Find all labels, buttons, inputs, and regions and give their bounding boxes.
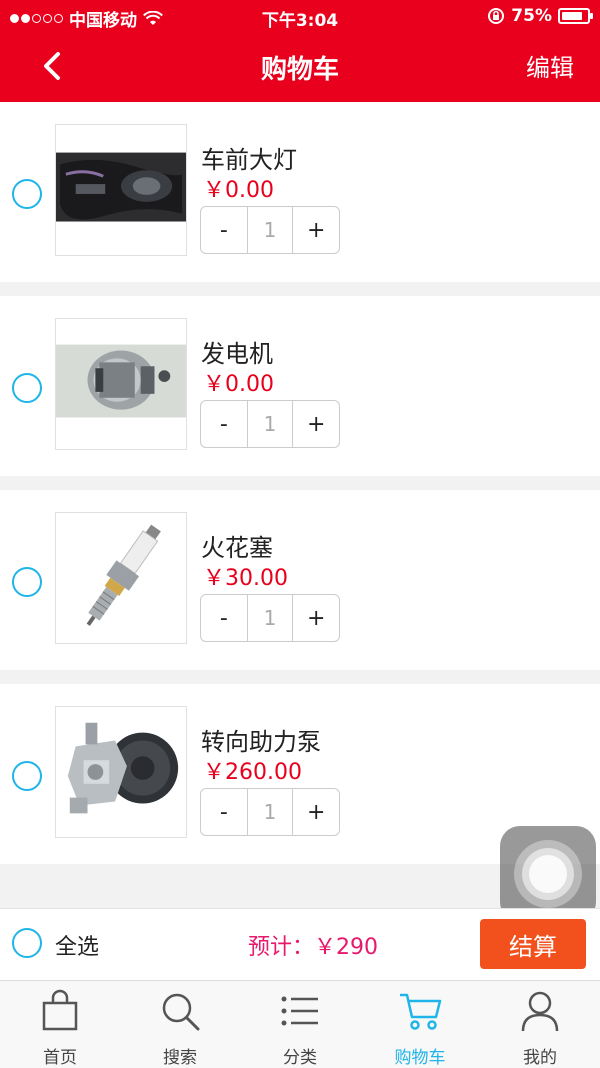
user-icon: [521, 991, 559, 1032]
bag-icon: [42, 989, 78, 1031]
increment-button[interactable]: +: [293, 401, 339, 447]
product-price: ￥30.00: [203, 566, 288, 591]
cart-summary-bar: 全选 预计：￥290 结算: [0, 908, 600, 981]
quantity-value[interactable]: 1: [246, 401, 294, 447]
product-price: ￥260.00: [203, 760, 302, 785]
tab-label: 首页: [43, 1048, 77, 1068]
nav-bar: 购物车 编辑: [0, 34, 600, 102]
battery-icon: [558, 8, 593, 24]
increment-button[interactable]: +: [293, 789, 339, 835]
headlight-image: [56, 125, 186, 255]
select-all-label[interactable]: 全选: [55, 929, 99, 961]
quantity-value[interactable]: 1: [246, 789, 294, 835]
battery-percent: 75%: [511, 6, 552, 26]
status-right: 75%: [487, 6, 593, 26]
product-image-alternator[interactable]: [55, 318, 187, 450]
item-select-radio[interactable]: [12, 179, 42, 209]
product-image-steering-pump[interactable]: [55, 706, 187, 838]
item-select-radio[interactable]: [12, 761, 42, 791]
quantity-stepper: - 1 +: [200, 594, 340, 642]
cart-item: 发电机 ￥0.00 - 1 +: [0, 296, 600, 476]
quantity-stepper: - 1 +: [200, 206, 340, 254]
cart-list: 车前大灯 ￥0.00 - 1 + 发电机 ￥0.00 - 1 + 火花塞 ￥30…: [0, 102, 600, 878]
tab-label: 我的: [523, 1048, 557, 1068]
product-name: 发电机: [201, 340, 273, 368]
product-image-headlight[interactable]: [55, 124, 187, 256]
bottom-tab-bar: 首页 搜索 分类 购物车 我的: [0, 980, 600, 1068]
decrement-button[interactable]: -: [201, 789, 247, 835]
item-select-radio[interactable]: [12, 567, 42, 597]
increment-button[interactable]: +: [293, 595, 339, 641]
product-price: ￥0.00: [203, 372, 274, 397]
steering-pump-image: [56, 707, 186, 837]
product-name: 车前大灯: [201, 146, 297, 174]
cart-item: 火花塞 ￥30.00 - 1 +: [0, 490, 600, 670]
decrement-button[interactable]: -: [201, 401, 247, 447]
search-icon: [162, 993, 200, 1031]
tab-label: 购物车: [394, 1048, 446, 1068]
quantity-stepper: - 1 +: [200, 400, 340, 448]
rotation-lock-icon: [488, 8, 505, 24]
page-title: 购物车: [260, 55, 339, 85]
cart-item: 车前大灯 ￥0.00 - 1 +: [0, 102, 600, 282]
checkout-button[interactable]: 结算: [480, 919, 586, 969]
tab-category[interactable]: 分类: [240, 981, 360, 1068]
product-name: 转向助力泵: [201, 728, 321, 756]
tab-search[interactable]: 搜索: [120, 981, 240, 1068]
product-image-spark-plug[interactable]: [55, 512, 187, 644]
increment-button[interactable]: +: [293, 207, 339, 253]
alternator-image: [56, 319, 186, 449]
list-icon: [281, 996, 318, 1026]
quantity-value[interactable]: 1: [246, 595, 294, 641]
tab-label: 分类: [283, 1048, 317, 1068]
product-price: ￥0.00: [203, 178, 274, 203]
spark-plug-image: [56, 513, 186, 643]
decrement-button[interactable]: -: [201, 207, 247, 253]
quantity-stepper: - 1 +: [200, 788, 340, 836]
quantity-value[interactable]: 1: [246, 207, 294, 253]
tab-profile[interactable]: 我的: [480, 981, 600, 1068]
select-all-radio[interactable]: [12, 928, 42, 958]
product-name: 火花塞: [201, 534, 273, 562]
tab-cart[interactable]: 购物车: [360, 981, 480, 1068]
tab-home[interactable]: 首页: [0, 981, 120, 1068]
status-bar: 中国移动 下午3:04 75%: [0, 0, 600, 34]
app-header: 中国移动 下午3:04 75% 购物车 编辑: [0, 0, 600, 102]
estimated-total: 预计：￥290: [248, 935, 378, 960]
edit-button[interactable]: 编辑: [526, 48, 574, 83]
cart-icon: [400, 993, 442, 1030]
tab-label: 搜索: [163, 1048, 197, 1068]
decrement-button[interactable]: -: [201, 595, 247, 641]
item-select-radio[interactable]: [12, 373, 42, 403]
